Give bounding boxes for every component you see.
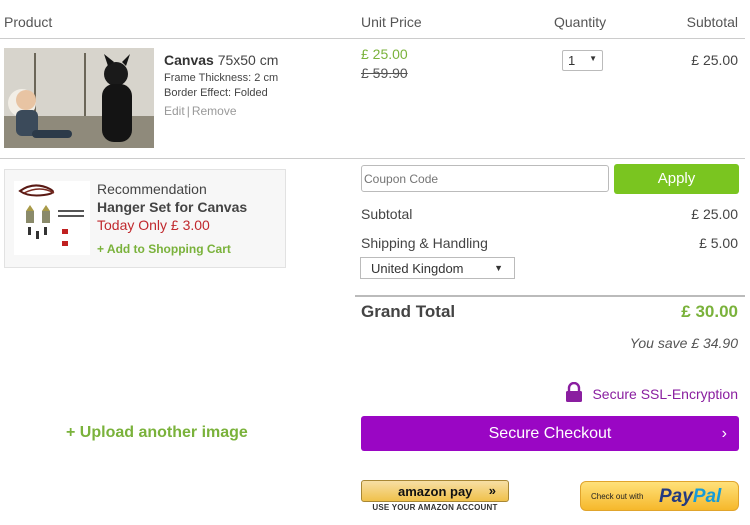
column-header-unit-price: Unit Price [361, 14, 422, 30]
edit-link[interactable]: Edit [164, 104, 185, 118]
recommendation-label: Recommendation [97, 181, 207, 197]
amazon-pay-subtext: USE YOUR AMAZON ACCOUNT [372, 503, 498, 512]
grand-total-divider [355, 295, 745, 297]
product-thumbnail [4, 48, 154, 148]
apply-coupon-button[interactable]: Apply [614, 164, 739, 194]
current-price: £ 25.00 [361, 46, 408, 62]
amazon-pay-logo: amazon pay [398, 484, 473, 499]
secure-checkout-button[interactable]: Secure Checkout › [361, 416, 739, 451]
shipping-label: Shipping & Handling [361, 235, 488, 251]
subtotal-value: £ 25.00 [691, 206, 738, 222]
paypal-logo: PayPal [659, 486, 722, 507]
column-header-quantity: Quantity [554, 14, 607, 30]
hanger-set-image [14, 181, 90, 255]
paypal-checkout-button[interactable]: Check out with PayPal [580, 481, 739, 511]
original-price: £ 59.90 [361, 65, 408, 81]
shipping-value: £ 5.00 [699, 235, 738, 251]
product-name: Canvas 75x50 cm [164, 52, 279, 68]
grand-total-label: Grand Total [361, 302, 456, 321]
ssl-notice: Secure SSL-Encryption [566, 381, 738, 405]
line-subtotal: £ 25.00 [691, 52, 738, 68]
lock-icon [566, 381, 583, 405]
dropdown-arrow-icon: ▼ [589, 54, 597, 63]
frame-thickness: Frame Thickness: 2 cm [164, 72, 279, 84]
paypal-checkout-text: Check out with [591, 492, 644, 501]
subtotal-label: Subtotal [361, 206, 413, 222]
checkout-label: Secure Checkout [488, 425, 612, 442]
double-chevron-icon: » [488, 483, 496, 498]
recommendation-title: Hanger Set for Canvas [97, 199, 248, 215]
remove-link[interactable]: Remove [192, 104, 237, 118]
header-divider [0, 38, 745, 39]
action-separator: | [186, 104, 190, 118]
item-divider [0, 158, 745, 159]
column-header-product: Product [4, 14, 53, 30]
column-header-subtotal: Subtotal [686, 14, 738, 30]
savings-text: You save £ 34.90 [629, 335, 738, 351]
coupon-code-input[interactable] [361, 165, 609, 192]
border-effect: Border Effect: Folded [164, 87, 268, 99]
chevron-right-icon: › [721, 425, 727, 442]
add-to-cart-link[interactable]: + Add to Shopping Cart [97, 242, 231, 256]
upload-another-image-link[interactable]: + Upload another image [66, 424, 248, 442]
amazon-pay-button[interactable]: amazon pay » USE YOUR AMAZON ACCOUNT [361, 480, 509, 512]
country-select[interactable]: United Kingdom ▼ [360, 257, 515, 279]
grand-total-value: £ 30.00 [681, 302, 738, 321]
recommendation-offer: Today Only £ 3.00 [97, 217, 210, 233]
ssl-text: Secure SSL-Encryption [592, 385, 738, 402]
item-actions: Edit | Remove [164, 104, 237, 118]
quantity-select[interactable]: 1 ▼ [562, 50, 603, 71]
dropdown-arrow-icon: ▼ [494, 263, 503, 273]
